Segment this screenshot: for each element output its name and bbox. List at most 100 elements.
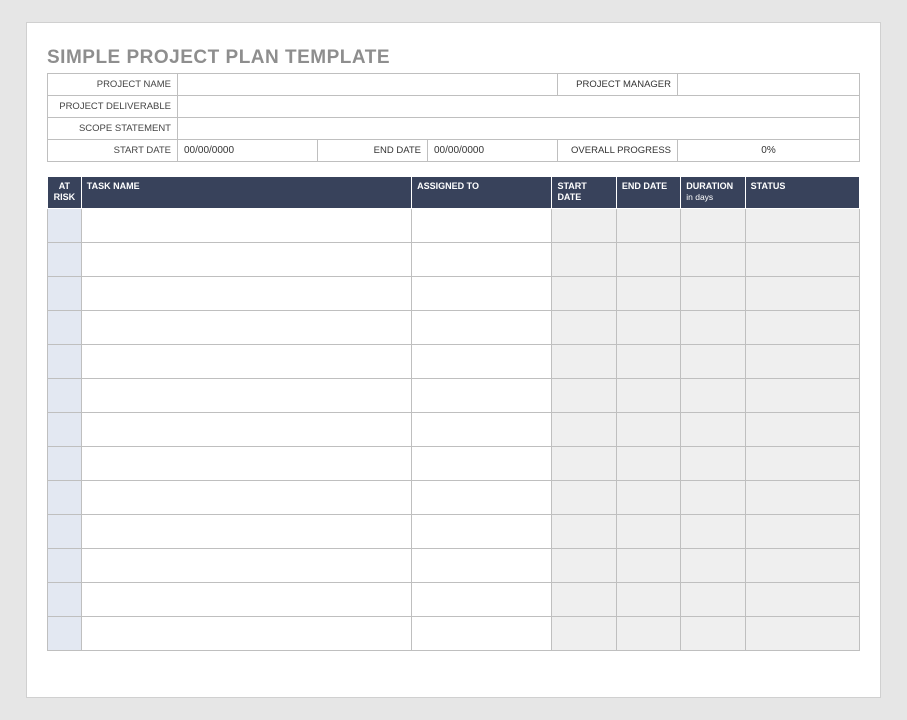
cell-duration[interactable] [681,549,745,583]
cell-task-name[interactable] [81,277,411,311]
table-row [48,243,860,277]
cell-task-name[interactable] [81,515,411,549]
cell-task-name[interactable] [81,243,411,277]
value-project-name[interactable] [178,74,558,96]
cell-task-name[interactable] [81,617,411,651]
cell-task-name[interactable] [81,583,411,617]
cell-end-date[interactable] [616,413,680,447]
cell-assigned-to[interactable] [412,379,552,413]
cell-assigned-to[interactable] [412,277,552,311]
cell-at-risk[interactable] [48,447,82,481]
cell-status[interactable] [745,617,859,651]
cell-at-risk[interactable] [48,277,82,311]
cell-task-name[interactable] [81,345,411,379]
cell-at-risk[interactable] [48,481,82,515]
cell-duration[interactable] [681,617,745,651]
info-row-dates: START DATE 00/00/0000 END DATE 00/00/000… [48,140,860,162]
cell-start-date[interactable] [552,413,616,447]
cell-task-name[interactable] [81,549,411,583]
value-end-date[interactable]: 00/00/0000 [428,140,558,162]
cell-at-risk[interactable] [48,549,82,583]
cell-start-date[interactable] [552,277,616,311]
cell-status[interactable] [745,243,859,277]
cell-assigned-to[interactable] [412,311,552,345]
cell-duration[interactable] [681,413,745,447]
cell-start-date[interactable] [552,515,616,549]
cell-duration[interactable] [681,277,745,311]
cell-assigned-to[interactable] [412,549,552,583]
cell-start-date[interactable] [552,481,616,515]
cell-duration[interactable] [681,345,745,379]
cell-at-risk[interactable] [48,243,82,277]
value-project-manager[interactable] [678,74,860,96]
cell-task-name[interactable] [81,481,411,515]
cell-end-date[interactable] [616,481,680,515]
cell-task-name[interactable] [81,209,411,243]
cell-at-risk[interactable] [48,617,82,651]
cell-task-name[interactable] [81,311,411,345]
cell-at-risk[interactable] [48,515,82,549]
cell-at-risk[interactable] [48,311,82,345]
cell-status[interactable] [745,345,859,379]
cell-status[interactable] [745,379,859,413]
cell-assigned-to[interactable] [412,413,552,447]
cell-at-risk[interactable] [48,413,82,447]
cell-start-date[interactable] [552,617,616,651]
cell-end-date[interactable] [616,515,680,549]
cell-status[interactable] [745,413,859,447]
cell-end-date[interactable] [616,583,680,617]
cell-at-risk[interactable] [48,583,82,617]
cell-end-date[interactable] [616,447,680,481]
cell-task-name[interactable] [81,447,411,481]
cell-start-date[interactable] [552,583,616,617]
cell-status[interactable] [745,447,859,481]
cell-status[interactable] [745,481,859,515]
cell-duration[interactable] [681,209,745,243]
value-overall-progress[interactable]: 0% [678,140,860,162]
cell-end-date[interactable] [616,379,680,413]
cell-assigned-to[interactable] [412,209,552,243]
cell-at-risk[interactable] [48,379,82,413]
cell-start-date[interactable] [552,379,616,413]
cell-start-date[interactable] [552,345,616,379]
cell-assigned-to[interactable] [412,583,552,617]
cell-duration[interactable] [681,379,745,413]
cell-status[interactable] [745,209,859,243]
cell-end-date[interactable] [616,345,680,379]
cell-start-date[interactable] [552,447,616,481]
cell-end-date[interactable] [616,277,680,311]
cell-task-name[interactable] [81,413,411,447]
cell-assigned-to[interactable] [412,617,552,651]
cell-task-name[interactable] [81,379,411,413]
cell-assigned-to[interactable] [412,447,552,481]
cell-end-date[interactable] [616,311,680,345]
cell-assigned-to[interactable] [412,243,552,277]
cell-status[interactable] [745,583,859,617]
cell-status[interactable] [745,549,859,583]
cell-end-date[interactable] [616,549,680,583]
cell-end-date[interactable] [616,617,680,651]
cell-start-date[interactable] [552,243,616,277]
cell-duration[interactable] [681,515,745,549]
cell-duration[interactable] [681,311,745,345]
cell-duration[interactable] [681,447,745,481]
cell-duration[interactable] [681,481,745,515]
cell-assigned-to[interactable] [412,515,552,549]
value-project-deliverable[interactable] [178,96,860,118]
cell-end-date[interactable] [616,209,680,243]
cell-at-risk[interactable] [48,345,82,379]
cell-duration[interactable] [681,583,745,617]
cell-status[interactable] [745,311,859,345]
cell-start-date[interactable] [552,311,616,345]
cell-end-date[interactable] [616,243,680,277]
cell-start-date[interactable] [552,549,616,583]
cell-start-date[interactable] [552,209,616,243]
cell-assigned-to[interactable] [412,345,552,379]
cell-status[interactable] [745,515,859,549]
cell-status[interactable] [745,277,859,311]
cell-assigned-to[interactable] [412,481,552,515]
cell-duration[interactable] [681,243,745,277]
value-start-date[interactable]: 00/00/0000 [178,140,318,162]
value-scope-statement[interactable] [178,118,860,140]
cell-at-risk[interactable] [48,209,82,243]
